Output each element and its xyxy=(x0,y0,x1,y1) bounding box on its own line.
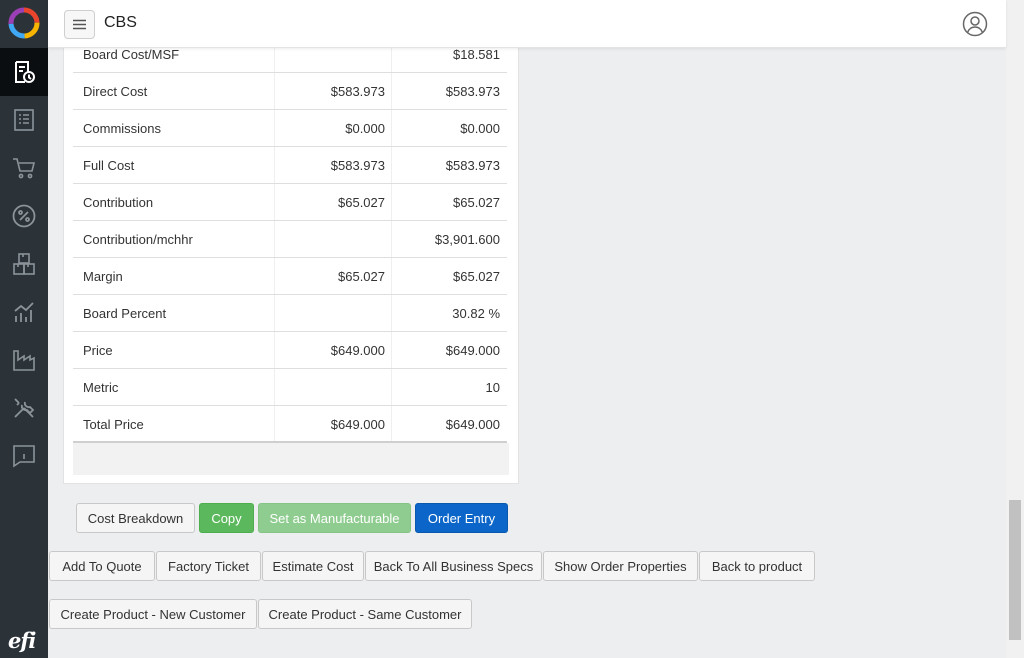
sidebar-item-production[interactable] xyxy=(0,336,48,384)
hamburger-icon xyxy=(73,19,86,30)
table-row: Contribution $65.027 $65.027 xyxy=(73,184,507,221)
table-row: Margin $65.027 $65.027 xyxy=(73,258,507,295)
row-label: Price xyxy=(83,343,113,358)
row-value-2: $65.027 xyxy=(453,269,500,284)
menu-toggle-button[interactable] xyxy=(64,10,95,39)
order-entry-button[interactable]: Order Entry xyxy=(415,503,508,533)
row-value-1: $583.973 xyxy=(330,158,385,173)
sidebar-item-feedback[interactable] xyxy=(0,432,48,480)
factory-icon xyxy=(13,350,35,371)
row-value-2: $65.027 xyxy=(453,195,500,210)
table-row: Board Percent 30.82 % xyxy=(73,295,507,332)
row-value-1: $65.027 xyxy=(338,195,385,210)
table-row: Price $649.000 $649.000 xyxy=(73,332,507,369)
boxes-icon xyxy=(13,253,35,275)
row-value-2: $3,901.600 xyxy=(434,232,500,247)
estimates-icon xyxy=(15,61,35,83)
table-row: Contribution/mchhr $3,901.600 xyxy=(73,221,507,258)
efi-logo: efi xyxy=(8,628,36,653)
row-value-2: $649.000 xyxy=(445,417,500,432)
sidebar-item-discounts[interactable] xyxy=(0,192,48,240)
create-product-same-customer-button[interactable]: Create Product - Same Customer xyxy=(258,599,472,629)
pricing-table: Board Cost/MSF $18.581 Direct Cost $583.97… xyxy=(73,36,507,443)
app-logo-icon[interactable] xyxy=(8,7,40,39)
row-label: Board Percent xyxy=(83,306,167,321)
cart-icon xyxy=(13,158,36,179)
row-label: Total Price xyxy=(83,417,144,432)
factory-ticket-button[interactable]: Factory Ticket xyxy=(156,551,261,581)
app-title: CBS xyxy=(104,14,137,31)
table-row: Full Cost $583.973 $583.973 xyxy=(73,147,507,184)
table-row: Direct Cost $583.973 $583.973 xyxy=(73,73,507,110)
back-to-business-specs-button[interactable]: Back To All Business Specs xyxy=(365,551,542,581)
list-icon xyxy=(14,109,34,131)
row-value-2: $649.000 xyxy=(445,343,500,358)
row-value-2: 10 xyxy=(485,380,500,395)
row-value-2: $0.000 xyxy=(460,121,500,136)
row-value-1: $649.000 xyxy=(330,343,385,358)
row-value-1: $649.000 xyxy=(330,417,385,432)
row-label: Board Cost/MSF xyxy=(83,47,180,62)
top-header: CBS xyxy=(48,0,1006,48)
tools-icon xyxy=(14,398,35,418)
copy-button[interactable]: Copy xyxy=(199,503,254,533)
sidebar-item-estimates[interactable] xyxy=(0,48,48,96)
feedback-icon xyxy=(13,445,35,468)
sidebar-item-inventory[interactable] xyxy=(0,240,48,288)
cost-breakdown-button[interactable]: Cost Breakdown xyxy=(76,503,195,533)
row-label: Metric xyxy=(83,380,119,395)
row-value-2: 30.82 % xyxy=(452,306,500,321)
table-row: Commissions $0.000 $0.000 xyxy=(73,110,507,147)
sidebar-item-cart[interactable] xyxy=(0,144,48,192)
user-avatar-icon[interactable] xyxy=(962,11,988,37)
row-value-1: $583.973 xyxy=(330,84,385,99)
scrollbar-thumb[interactable] xyxy=(1009,500,1021,640)
row-label: Direct Cost xyxy=(83,84,148,99)
percent-icon xyxy=(12,204,36,228)
create-product-new-customer-button[interactable]: Create Product - New Customer xyxy=(49,599,257,629)
set-manufacturable-button[interactable]: Set as Manufacturable xyxy=(258,503,411,533)
row-value-1: $0.000 xyxy=(345,121,385,136)
analytics-icon xyxy=(14,302,34,322)
back-to-product-button[interactable]: Back to product xyxy=(699,551,815,581)
show-order-properties-button[interactable]: Show Order Properties xyxy=(543,551,698,581)
row-value-1: $65.027 xyxy=(338,269,385,284)
sidebar-item-analytics[interactable] xyxy=(0,288,48,336)
add-to-quote-button[interactable]: Add To Quote xyxy=(49,551,155,581)
table-row: Metric 10 xyxy=(73,369,507,406)
row-label: Contribution/mchhr xyxy=(83,232,193,247)
row-label: Full Cost xyxy=(83,158,135,173)
sidebar-item-list[interactable] xyxy=(0,96,48,144)
row-value-2: $583.973 xyxy=(445,158,500,173)
sidebar: efi xyxy=(0,0,48,658)
row-label: Commissions xyxy=(83,121,162,136)
sidebar-item-tools[interactable] xyxy=(0,384,48,432)
row-label: Contribution xyxy=(83,195,154,210)
row-value-2: $583.973 xyxy=(445,84,500,99)
row-label: Margin xyxy=(83,269,123,284)
table-footer xyxy=(73,443,509,475)
row-value-2: $18.581 xyxy=(453,47,500,62)
estimate-cost-button[interactable]: Estimate Cost xyxy=(262,551,364,581)
table-row: Total Price $649.000 $649.000 xyxy=(73,406,507,443)
